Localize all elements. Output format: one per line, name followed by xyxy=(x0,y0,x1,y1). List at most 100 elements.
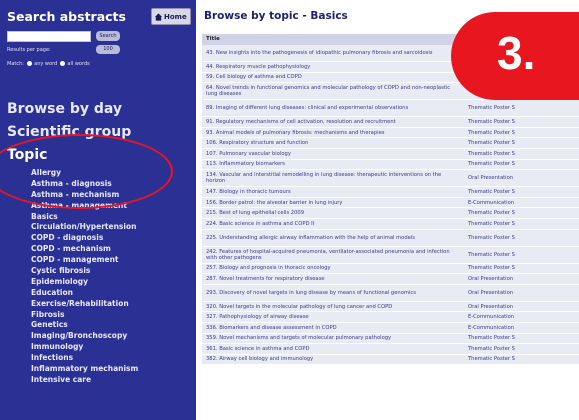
session-title-link[interactable]: 257. Biology and prognosis in thoracic o… xyxy=(202,264,464,274)
session-type: Oral Presentation xyxy=(468,175,514,182)
match-label: Match: xyxy=(7,61,24,67)
table-row[interactable]: 106. Respiratory structure and function T… xyxy=(202,138,579,149)
topic-link[interactable]: Immunology xyxy=(31,342,138,353)
session-title-link[interactable]: 91. Regulatory mechanisms of cell activa… xyxy=(202,117,464,127)
session-title-link[interactable]: 382. Airway cell biology and immunology xyxy=(202,355,464,365)
table-row[interactable]: 257. Biology and prognosis in thoracic o… xyxy=(202,263,579,275)
session-title-link[interactable]: 327. Pathophysiology of airway disease xyxy=(202,312,464,322)
session-type: E-Communication xyxy=(468,199,515,206)
topic-link[interactable]: Circulation/Hypertension xyxy=(31,222,138,233)
results-per-page-label: Results per page: xyxy=(7,47,51,53)
session-title-link[interactable]: 93. Animal models of pulmonary fibrosis:… xyxy=(202,128,464,138)
session-title-link[interactable]: 293. Discovery of novel targets in lung … xyxy=(202,285,464,301)
home-button[interactable]: Home xyxy=(151,8,191,25)
session-title-link[interactable]: 107. Pulmonary vascular biology xyxy=(202,149,464,159)
table-row[interactable]: 107. Pulmonary vascular biology Thematic … xyxy=(202,148,579,160)
table-row[interactable]: 156. Border patrol: the alveolar barrier… xyxy=(202,197,579,209)
session-type: Thematic Poster S xyxy=(468,105,515,112)
browse-by-day-link[interactable]: Browse by day xyxy=(7,101,122,117)
session-type: E-Communication xyxy=(468,324,515,331)
table-row[interactable]: 361. Basic science in asthma and COPD The… xyxy=(202,344,579,355)
table-row[interactable]: 215. Best of lung epithelial cells 2009 T… xyxy=(202,208,579,219)
session-type: Thematic Poster S xyxy=(468,220,515,227)
search-title: Search abstracts xyxy=(7,9,126,24)
session-title-link[interactable]: 64. Novel trends in functional genomics … xyxy=(202,83,464,99)
table-row[interactable]: 113. Inflammatory biomarkers Thematic Pos… xyxy=(202,159,579,171)
session-title-link[interactable]: 106. Respiratory structure and function xyxy=(202,138,464,148)
session-type: Thematic Poster S xyxy=(468,210,515,217)
results-per-page-select[interactable]: 100 xyxy=(96,45,120,54)
session-type: Thematic Poster S xyxy=(468,234,515,241)
table-row[interactable]: 359. Novel mechanisms and targets of mol… xyxy=(202,333,579,345)
search-input[interactable] xyxy=(7,31,91,42)
topic-link[interactable]: Cystic fibrosis xyxy=(31,266,138,277)
table-row[interactable]: 327. Pathophysiology of airway disease E-… xyxy=(202,312,579,323)
session-title-link[interactable]: 156. Border patrol: the alveolar barrier… xyxy=(202,198,464,208)
table-row[interactable]: 320. Novel targets in the molecular path… xyxy=(202,301,579,313)
session-title-link[interactable]: 89. Imaging of different lung diseases: … xyxy=(202,100,464,116)
topic-link[interactable]: Intensive care xyxy=(31,375,138,386)
search-button[interactable]: Search xyxy=(96,31,120,41)
topic-link[interactable]: COPD - diagnosis xyxy=(31,233,138,244)
session-title-link[interactable]: 287. Novel treatments for respiratory di… xyxy=(202,274,464,284)
main-content: Browse by topic - Basics Title 43. New i… xyxy=(196,0,579,420)
session-title-link[interactable]: 43. New insights into the pathogenesis o… xyxy=(202,45,464,61)
session-type: Thematic Poster S xyxy=(468,335,515,342)
highlight-circle xyxy=(0,134,173,209)
home-label: Home xyxy=(164,13,187,21)
session-title-link[interactable]: 134. Vascular and interstitial remodelli… xyxy=(202,170,464,186)
session-type: Thematic Poster S xyxy=(468,188,515,195)
table-row[interactable]: 382. Airway cell biology and immunology T… xyxy=(202,354,579,366)
table-row[interactable]: 89. Imaging of different lung diseases: … xyxy=(202,100,579,118)
match-options: Match: any word all words xyxy=(7,61,90,67)
session-title-link[interactable]: 361. Basic science in asthma and COPD xyxy=(202,344,464,354)
session-title-link[interactable]: 224. Basic science in asthma and COPD II xyxy=(202,219,464,229)
session-title-link[interactable]: 225. Understanding allergic airway infla… xyxy=(202,230,464,246)
match-all-label: all words xyxy=(67,61,90,67)
table-row[interactable]: 147. Biology in thoracic tumours Thematic… xyxy=(202,187,579,198)
table-row[interactable]: 93. Animal models of pulmonary fibrosis:… xyxy=(202,127,579,139)
table-row[interactable]: 287. Novel treatments for respiratory di… xyxy=(202,274,579,285)
session-type: Thematic Poster S xyxy=(468,150,515,157)
table-row[interactable]: 224. Basic science in asthma and COPD II… xyxy=(202,218,579,230)
radio-all-words[interactable] xyxy=(59,61,65,66)
session-type: Thematic Poster S xyxy=(468,265,515,272)
match-any-label: any word xyxy=(34,61,58,67)
session-type: Oral Presentation xyxy=(468,289,514,296)
topic-link[interactable]: COPD - management xyxy=(31,255,138,266)
radio-any-word[interactable] xyxy=(26,61,32,66)
session-title-link[interactable]: 113. Inflammatory biomarkers xyxy=(202,160,464,170)
session-title-link[interactable]: 242. Features of hospital-acquired pneum… xyxy=(202,247,464,263)
session-title-link[interactable]: 44. Respiratory muscle pathophysiology xyxy=(202,62,464,72)
topic-link[interactable]: Genetics xyxy=(31,320,138,331)
topic-link[interactable]: Basics xyxy=(31,212,138,223)
topic-link[interactable]: COPD - mechanism xyxy=(31,244,138,255)
session-title-link[interactable]: 336. Biomarkers and disease assessment i… xyxy=(202,323,464,333)
topic-link[interactable]: Inflammatory mechanism xyxy=(31,364,138,375)
session-type: Oral Presentation xyxy=(468,275,514,282)
session-title-link[interactable]: 359. Novel mechanisms and targets of mol… xyxy=(202,334,464,344)
table-row[interactable]: 134. Vascular and interstitial remodelli… xyxy=(202,170,579,188)
topic-link[interactable]: Fibrosis xyxy=(31,310,138,321)
topic-link[interactable]: Infections xyxy=(31,353,138,364)
topic-link[interactable]: Imaging/Bronchoscopy xyxy=(31,331,138,342)
session-type: E-Communication xyxy=(468,314,515,321)
table-row[interactable]: 91. Regulatory mechanisms of cell activa… xyxy=(202,117,579,128)
session-type: Thematic Poster S xyxy=(468,356,515,363)
table-row[interactable]: 242. Features of hospital-acquired pneum… xyxy=(202,246,579,264)
session-type: Thematic Poster S xyxy=(468,161,515,168)
table-row[interactable]: 336. Biomarkers and disease assessment i… xyxy=(202,322,579,334)
session-title-link[interactable]: 147. Biology in thoracic tumours xyxy=(202,187,464,197)
sidebar: Search abstracts Home Search Results per… xyxy=(0,0,196,420)
table-row[interactable]: 225. Understanding allergic airway infla… xyxy=(202,229,579,247)
table-row[interactable]: 293. Discovery of novel targets in lung … xyxy=(202,284,579,302)
session-type: Thematic Poster S xyxy=(468,129,515,136)
session-type: Thematic Poster S xyxy=(468,140,515,147)
session-title-link[interactable]: 320. Novel targets in the molecular path… xyxy=(202,302,464,312)
session-title-link[interactable]: 215. Best of lung epithelial cells 2009 xyxy=(202,208,464,218)
session-type: Thematic Poster S xyxy=(468,345,515,352)
topic-link[interactable]: Epidemiology xyxy=(31,277,138,288)
session-title-link[interactable]: 59. Cell biology of asthma and COPD xyxy=(202,73,464,83)
topic-link[interactable]: Exercise/Rehabilitation xyxy=(31,299,138,310)
topic-link[interactable]: Education xyxy=(31,288,138,299)
